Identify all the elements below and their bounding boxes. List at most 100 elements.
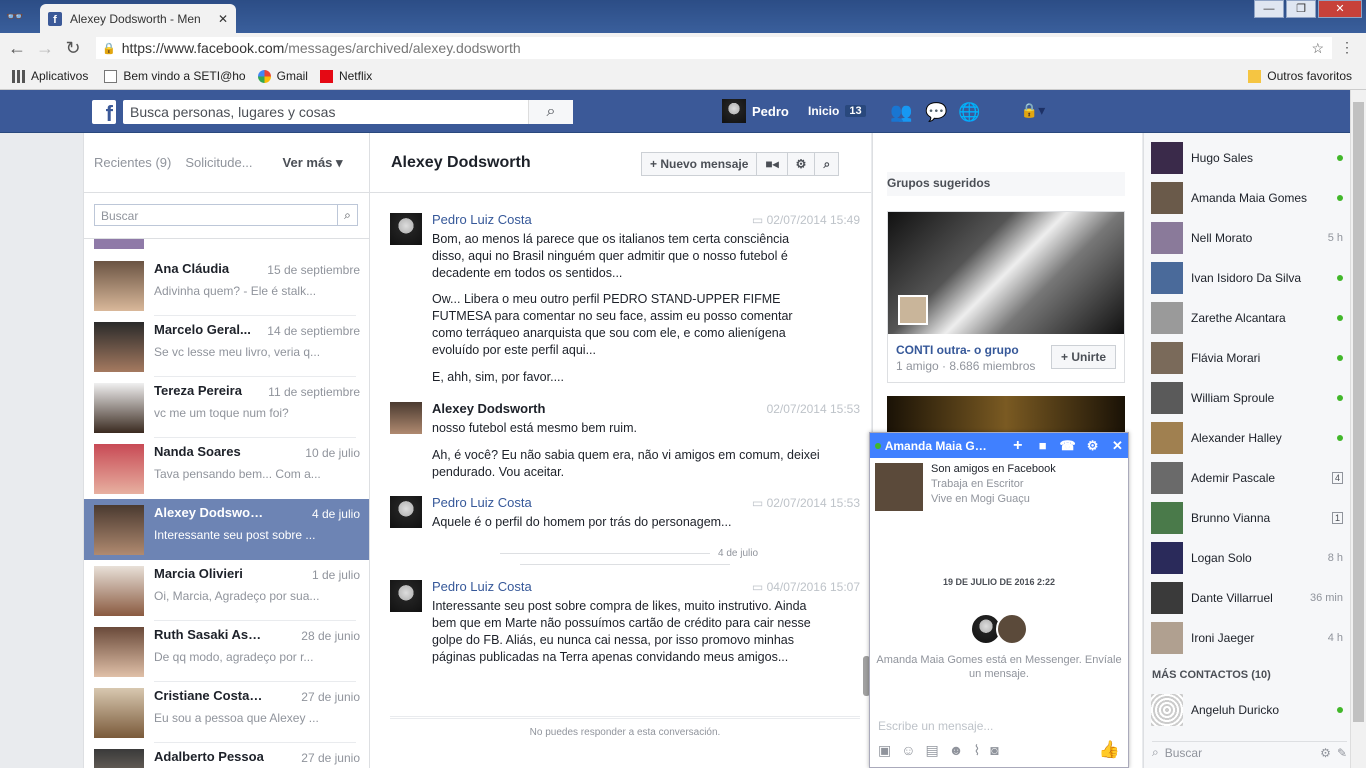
menu-icon[interactable]: ⋮ (1340, 39, 1354, 56)
emoji-icon[interactable]: ☻ (949, 742, 964, 759)
search-icon[interactable]: ⌕ (337, 205, 357, 225)
phone-icon[interactable]: ☎ (1057, 438, 1078, 454)
contact-avatar (1151, 262, 1183, 294)
thread-name: Nanda Soares (154, 444, 241, 459)
thread-item[interactable]: Tereza Pereira 11 de septiembre vc me um t… (84, 377, 369, 438)
join-group-button[interactable]: + Unirte (1051, 345, 1116, 369)
message-author[interactable]: Pedro Luiz Costa (432, 495, 532, 510)
contact-item[interactable]: Flávia Morari (1151, 342, 1343, 374)
gear-icon[interactable]: ⚙ (1320, 746, 1331, 760)
profile-link[interactable]: Pedro (722, 99, 789, 123)
group-card[interactable]: CONTI outra- o grupo 1 amigo · 8.686 mie… (887, 211, 1125, 383)
forward-icon[interactable]: → (34, 38, 56, 59)
home-label: Inicio (808, 104, 840, 118)
message-author[interactable]: Alexey Dodsworth (432, 401, 545, 416)
gear-icon[interactable]: ⚙ (788, 153, 816, 175)
tab-close-icon[interactable]: ✕ (218, 12, 228, 26)
contact-avatar (1151, 342, 1183, 374)
message-timestamp: ▭ 04/07/2016 15:07 (751, 580, 860, 594)
message-text: Aquele é o perfil do homem por trás do p… (432, 515, 732, 529)
other-favorites[interactable]: Outros favoritos (1248, 69, 1352, 83)
add-icon[interactable]: + (1007, 437, 1028, 455)
contact-item[interactable]: Zarethe Alcantara (1151, 302, 1343, 334)
privacy-settings-icon[interactable]: 🔒▾ (1013, 102, 1053, 122)
tab-requests[interactable]: Solicitude... (185, 155, 252, 170)
notifications-globe-icon[interactable]: 🌐 (958, 102, 980, 122)
video-call-icon[interactable]: ■◂ (757, 153, 788, 175)
message-timestamp: ▭ 02/07/2014 15:49 (751, 213, 860, 227)
close-icon[interactable]: ✕ (1107, 438, 1128, 454)
photo-icon[interactable]: ▣ (878, 742, 891, 759)
bookmark-apps[interactable]: Aplicativos (12, 69, 88, 83)
home-link[interactable]: Inicio 13 (808, 104, 866, 118)
compose-icon[interactable]: ✎ (1337, 746, 1347, 760)
friend-requests-icon[interactable]: 👥 (890, 102, 912, 122)
like-icon[interactable]: 👍 (1099, 740, 1120, 760)
attachment-icon[interactable]: ⌇ (974, 742, 981, 759)
search-icon[interactable]: ⌕ (528, 100, 573, 124)
back-icon[interactable]: ← (6, 38, 28, 59)
sidebar-search-input[interactable]: ⌕ Buscar ⚙ ✎ (1152, 741, 1347, 763)
close-window-button[interactable]: ✕ (1318, 0, 1362, 18)
reload-icon[interactable]: ↻ (62, 38, 84, 59)
message-text: Ah, é você? Eu não sabia quem era, não v… (432, 448, 820, 479)
thread-item[interactable]: Adalberto Pessoa 27 de junio (84, 743, 369, 768)
tab-recent[interactable]: Recientes (9) (94, 155, 171, 170)
group-card-partial[interactable] (887, 396, 1125, 436)
contact-item[interactable]: Brunno Vianna 1 (1151, 502, 1343, 534)
contact-item[interactable]: Alexander Halley (1151, 422, 1343, 454)
contact-item[interactable]: Nell Morato 5 h (1151, 222, 1343, 254)
bookmark-label: Aplicativos (31, 69, 89, 83)
sticker-icon[interactable]: ☺ (901, 742, 915, 759)
gear-icon[interactable]: ⚙ (1082, 438, 1103, 454)
chat-name[interactable]: Amanda Maia Go... (885, 439, 990, 453)
bookmark-gmail[interactable]: Gmail (257, 69, 308, 83)
video-call-icon[interactable]: ■ (1032, 438, 1053, 453)
thread-item[interactable]: Ana Cláudia 15 de septiembre Adivinha quem… (84, 255, 369, 316)
thread-search-input[interactable]: Buscar ⌕ (94, 204, 358, 226)
thread-item-selected[interactable]: Alexey Dodsworth 4 de julio Interessante s… (84, 499, 369, 560)
contact-item[interactable]: Angeluh Duricko (1151, 694, 1343, 726)
gif-icon[interactable]: ▤ (926, 742, 939, 759)
thread-search-placeholder: Buscar (101, 209, 139, 223)
chat-message-input[interactable]: Escribe un mensaje... (878, 719, 993, 733)
contact-item[interactable]: William Sproule (1151, 382, 1343, 414)
messages-icon[interactable]: 💬 (925, 102, 947, 122)
thread-item[interactable]: Marcia Olivieri 1 de julio Oi, Marcia, Agr… (84, 560, 369, 621)
online-dot (1337, 315, 1343, 321)
page-scrollbar[interactable] (1350, 90, 1366, 768)
thread-item[interactable]: Nanda Soares 10 de julio Tava pensando bem… (84, 438, 369, 499)
facebook-logo[interactable]: f (92, 100, 116, 125)
new-message-button[interactable]: + Nuevo mensaje (642, 153, 758, 175)
thread-item[interactable]: Cristiane Costa Cruz 27 de junio Eu sou a … (84, 682, 369, 743)
participant-avatar (996, 613, 1028, 645)
url-field[interactable]: 🔒 https://www.facebook.com/messages/arch… (96, 37, 1332, 59)
contact-item[interactable]: Hugo Sales (1151, 142, 1343, 174)
bookmark-seti[interactable]: Bem vindo a SETI@ho (104, 69, 246, 83)
contact-item[interactable]: Amanda Maia Gomes (1151, 182, 1343, 214)
group-name[interactable]: CONTI outra- o grupo (896, 343, 1019, 357)
star-icon[interactable]: ☆ (1311, 40, 1324, 57)
minimize-button[interactable]: — (1254, 0, 1284, 18)
message-author[interactable]: Pedro Luiz Costa (432, 579, 532, 594)
search-icon[interactable]: ⌕ (815, 153, 838, 175)
contact-item[interactable]: Ademir Pascale 4 (1151, 462, 1343, 494)
contact-item[interactable]: Logan Solo 8 h (1151, 542, 1343, 574)
thread-item[interactable]: Ruth Sasaki Astrolo... 28 de junio De qq m… (84, 621, 369, 682)
chat-header[interactable]: Amanda Maia Go... + ■ ☎ ⚙ ✕ (870, 433, 1128, 458)
camera-icon[interactable]: ◙ (990, 742, 998, 759)
message-author[interactable]: Pedro Luiz Costa (432, 212, 532, 227)
thread-item[interactable]: Marcelo Geral... 14 de septiembre Se vc le… (84, 316, 369, 377)
bookmark-netflix[interactable]: Netflix (319, 69, 372, 83)
contact-name: Angeluh Duricko (1191, 703, 1280, 717)
facebook-search-input[interactable]: Busca personas, lugares y cosas ⌕ (123, 100, 573, 124)
contact-item[interactable]: Ivan Isidoro Da Silva (1151, 262, 1343, 294)
maximize-button[interactable]: ❐ (1286, 0, 1316, 18)
see-more-dropdown[interactable]: Ver más ▾ (283, 155, 343, 171)
bookmarks-bar: Aplicativos Bem vindo a SETI@ho Gmail Ne… (0, 63, 1366, 90)
contact-item[interactable]: Dante Villarruel 36 min (1151, 582, 1343, 614)
thread-name: Cristiane Costa Cruz (154, 688, 264, 703)
browser-tab[interactable]: f Alexey Dodsworth - Men ✕ (40, 4, 236, 33)
contact-avatar (1151, 422, 1183, 454)
contact-item[interactable]: Ironi Jaeger 4 h (1151, 622, 1343, 654)
